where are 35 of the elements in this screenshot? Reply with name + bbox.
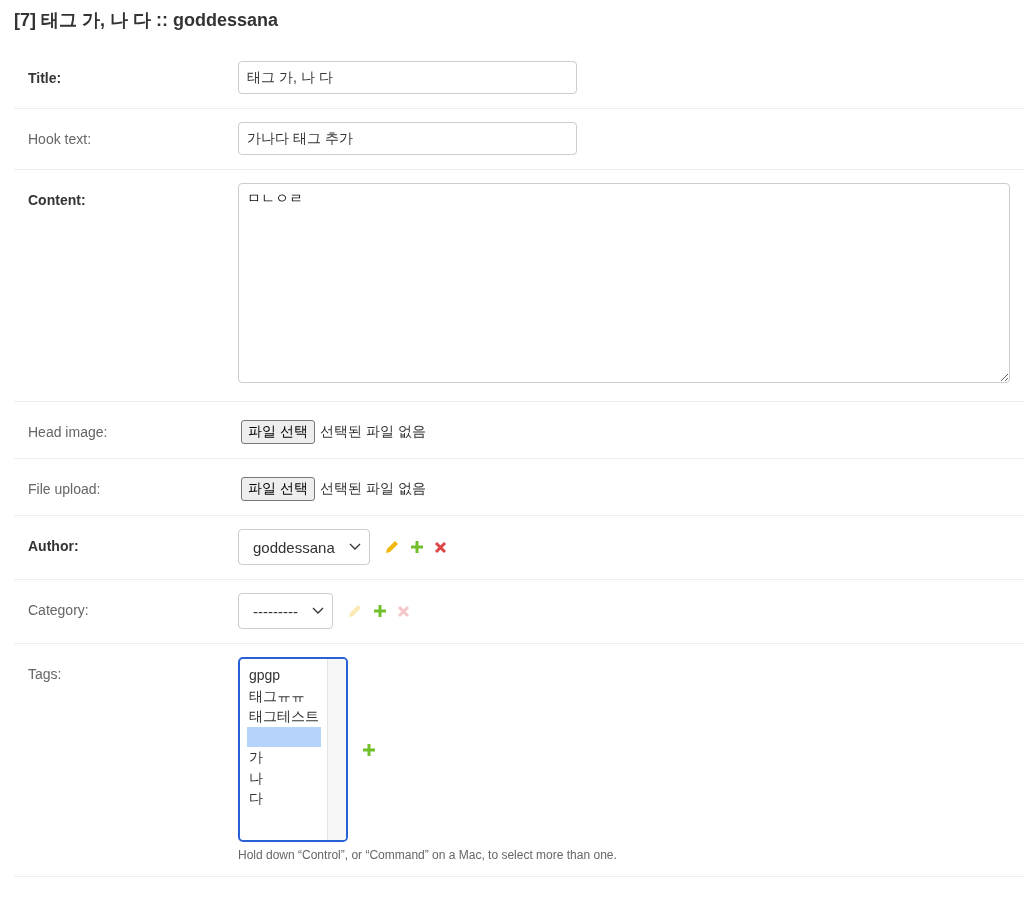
tag-option[interactable]: 나: [247, 767, 321, 788]
field-label: Content:: [27, 191, 87, 210]
plus-icon[interactable]: [362, 742, 376, 757]
text-input[interactable]: 가나다 태그 추가: [238, 122, 577, 155]
text-input[interactable]: 태그 가, 나 다: [238, 61, 577, 94]
tag-option[interactable]: 가: [247, 747, 321, 768]
file-status: 선택된 파일 없음: [319, 423, 426, 441]
field-label: Hook text:: [27, 130, 93, 149]
field-label: Tags:: [27, 665, 63, 684]
pencil-icon[interactable]: [383, 539, 400, 555]
field-label: Author:: [27, 537, 80, 556]
select-dropdown[interactable]: ---------: [238, 593, 333, 629]
tag-option[interactable]: 다: [247, 788, 321, 809]
tag-option[interactable]: 태그ㅠㅠ: [247, 685, 321, 706]
help-text: Hold down “Control”, or “Command” on a Mac, to select more than one.: [238, 848, 618, 862]
tags-listbox[interactable]: gpgp 태그ㅠㅠ 태그테스트 가 나 다: [238, 657, 348, 842]
choose-file-button[interactable]: 파일 선택: [241, 420, 315, 444]
chevron-down-icon: [348, 543, 361, 551]
field-label: File upload:: [27, 480, 102, 499]
content-textarea[interactable]: ㅁㄴㅇㄹ: [238, 183, 1010, 383]
field-label: Title:: [27, 69, 63, 88]
close-icon[interactable]: [433, 540, 447, 554]
select-dropdown[interactable]: goddessana: [238, 529, 370, 565]
page-heading: [7] 태그 가, 나 다 :: goddessana: [14, 9, 280, 32]
scrollbar-track[interactable]: [327, 659, 346, 840]
field-label: Category:: [27, 601, 90, 620]
tag-option[interactable]: [247, 726, 321, 747]
file-status: 선택된 파일 없음: [319, 480, 426, 498]
field-label: Head image:: [27, 423, 109, 442]
choose-file-button[interactable]: 파일 선택: [241, 477, 315, 501]
tag-option[interactable]: gpgp: [247, 665, 321, 686]
chevron-down-icon: [311, 607, 324, 615]
plus-icon[interactable]: [409, 540, 424, 554]
tag-option[interactable]: 태그테스트: [247, 706, 321, 727]
plus-icon[interactable]: [372, 604, 387, 618]
